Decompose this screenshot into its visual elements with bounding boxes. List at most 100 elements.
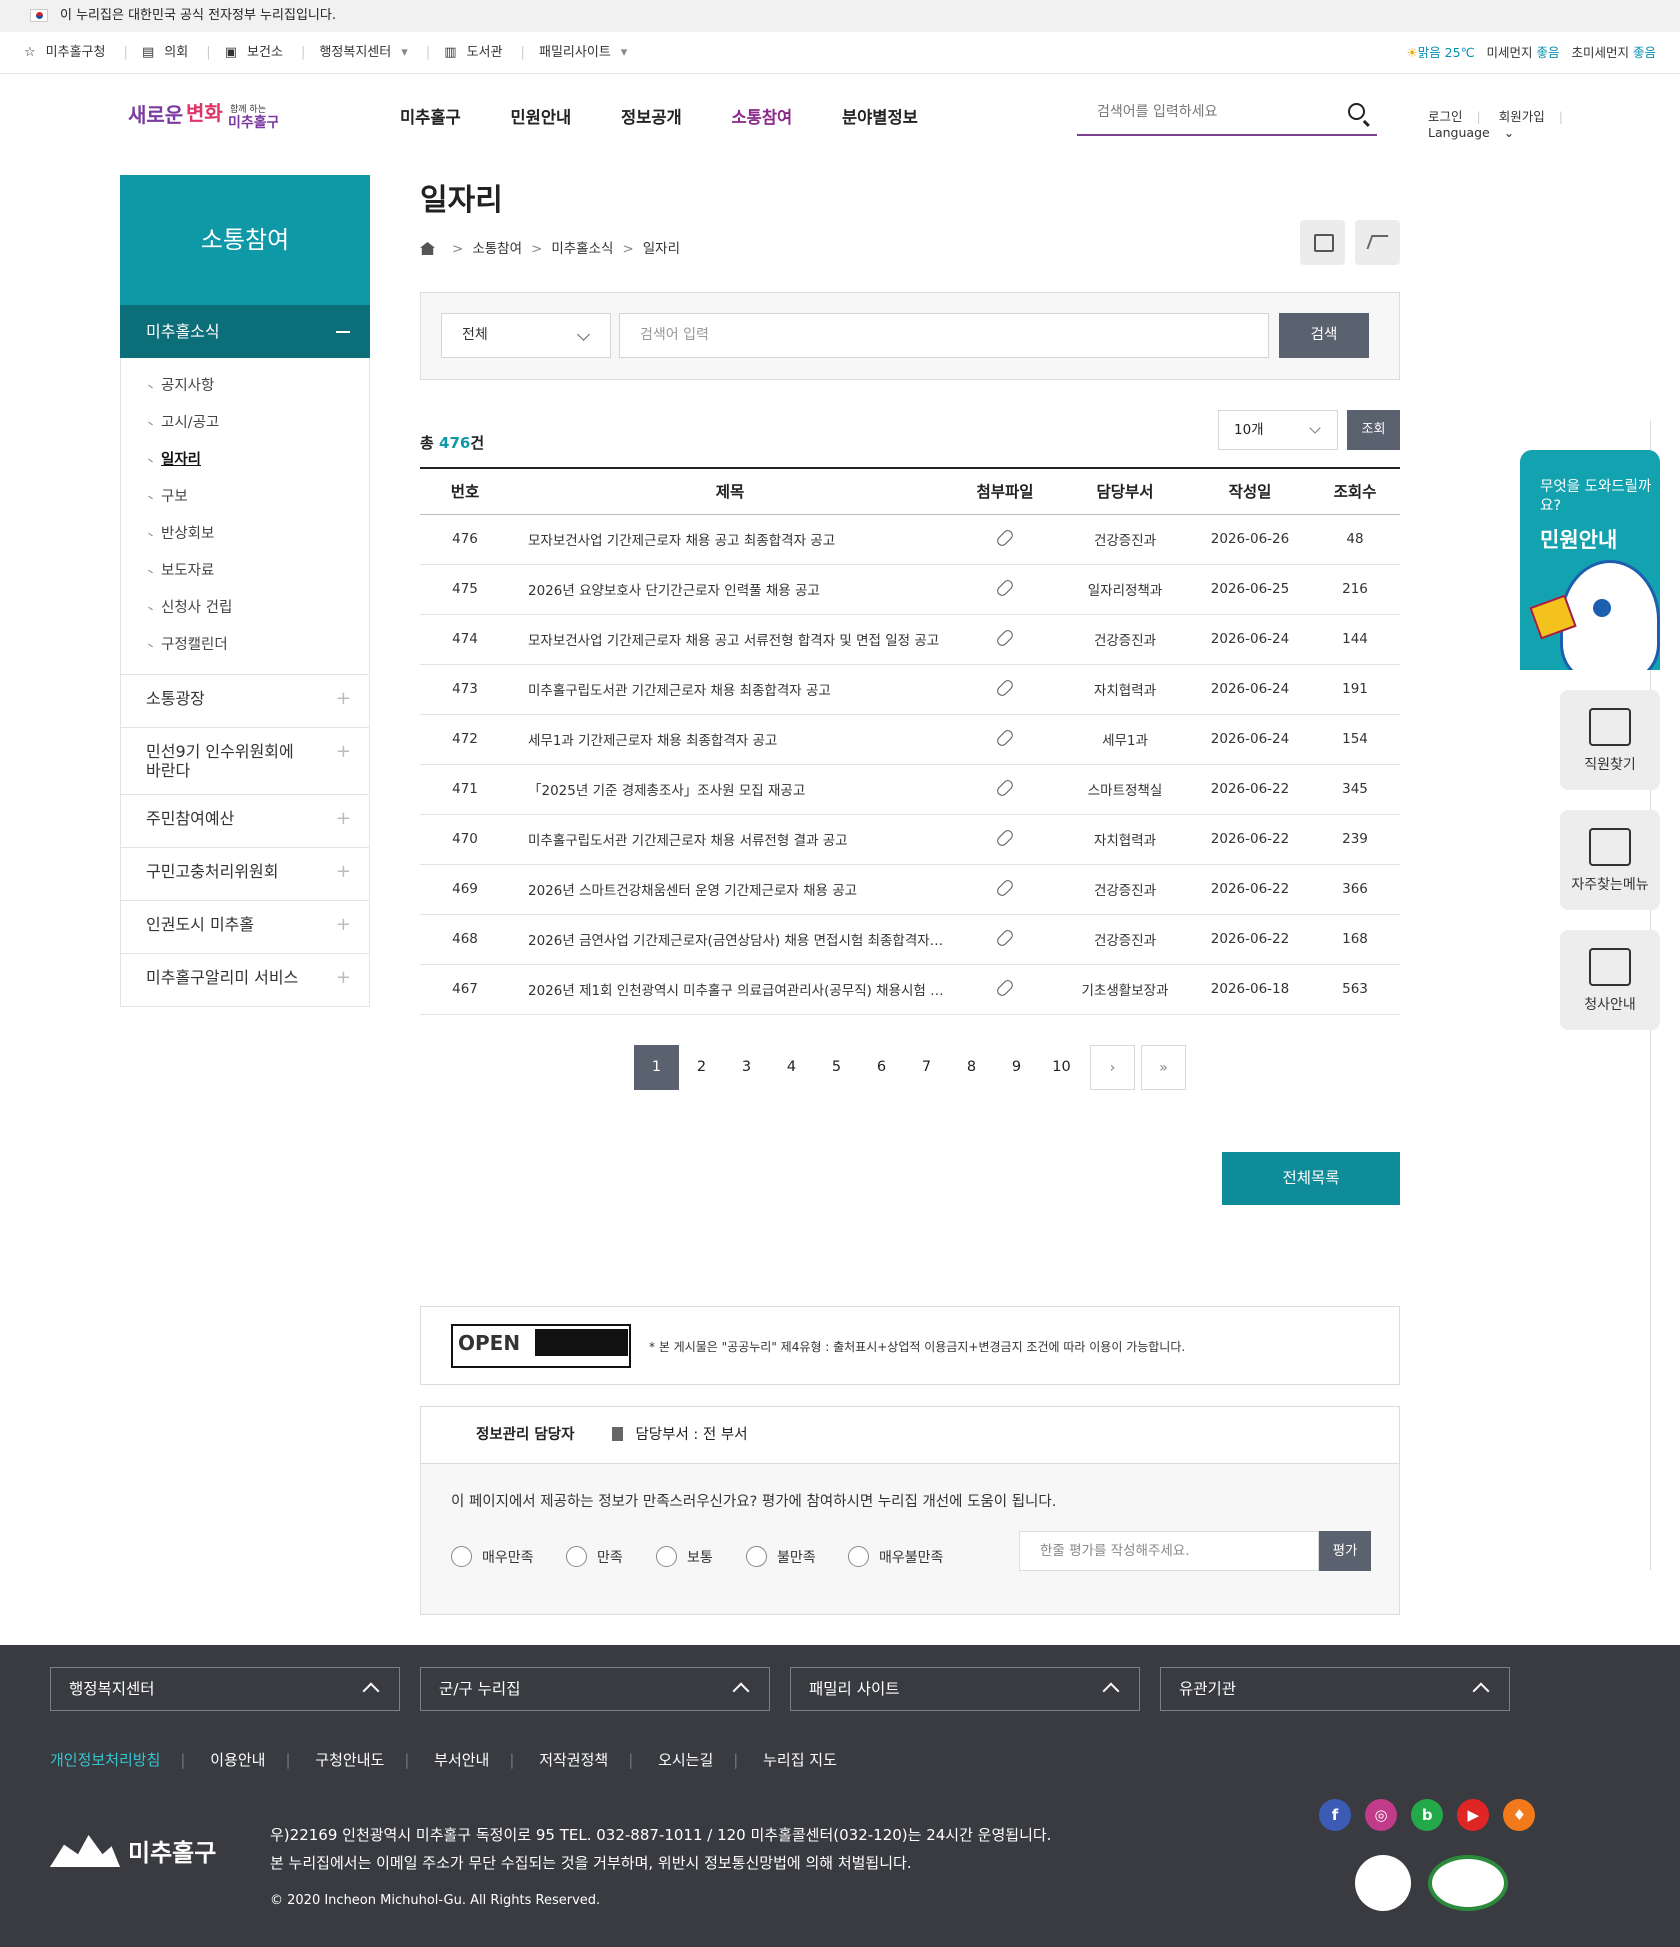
submenu-item[interactable]: 공지사항 xyxy=(121,368,369,405)
row-attach[interactable] xyxy=(950,764,1060,815)
row-title[interactable]: 2026년 제1회 인천광역시 미추홀구 의료급여관리사(공무직) 채용시험 … xyxy=(510,964,950,1015)
page-6[interactable]: 6 xyxy=(859,1045,904,1090)
page-7[interactable]: 7 xyxy=(904,1045,949,1090)
header-search-input[interactable]: 검색어를 입력하세요 xyxy=(1077,94,1377,136)
search-category-select[interactable]: 전체 xyxy=(441,313,611,358)
footer-select-center[interactable]: 행정복지센터 xyxy=(50,1667,400,1711)
toplink-4[interactable]: 도서관 xyxy=(467,45,503,60)
sidebar-item[interactable]: 미추홀구알리미 서비스 xyxy=(120,954,370,1007)
sidebar-item[interactable]: 인권도시 미추홀 xyxy=(120,901,370,954)
civil-guide-banner[interactable]: 무엇을 도와드릴까요? 민원안내 xyxy=(1520,450,1660,670)
footer-link[interactable]: 오시는길 xyxy=(658,1751,713,1769)
sidebar-item[interactable]: 구민고충처리위원회 xyxy=(120,848,370,901)
paperclip-icon[interactable] xyxy=(995,978,1015,998)
per-page-select[interactable]: 10개 xyxy=(1218,410,1338,450)
favorite-menu-button[interactable]: 자주찾는메뉴 xyxy=(1560,810,1660,910)
paperclip-icon[interactable] xyxy=(995,728,1015,748)
footer-select-family[interactable]: 패밀리 사이트 xyxy=(790,1667,1140,1711)
submenu-item[interactable]: 반상회보 xyxy=(121,516,369,553)
table-row[interactable]: 467 2026년 제1회 인천광역시 미추홀구 의료급여관리사(공무직) 채용시… xyxy=(420,964,1400,1015)
instagram-icon[interactable]: ◎ xyxy=(1365,1799,1398,1831)
table-row[interactable]: 471 「2025년 기준 경제총조사」조사원 모집 재공고 스마트정책실 2026-… xyxy=(420,764,1400,815)
row-title[interactable]: 2026년 스마트건강채움센터 운영 기간제근로자 채용 공고 xyxy=(510,864,950,915)
paperclip-icon[interactable] xyxy=(995,578,1015,598)
row-attach[interactable] xyxy=(950,964,1060,1015)
radio-neutral[interactable]: 보통 xyxy=(656,1546,713,1567)
submenu-item-active[interactable]: 일자리 xyxy=(121,442,369,479)
print-icon[interactable] xyxy=(1300,220,1345,265)
row-title[interactable]: 세무1과 기간제근로자 채용 최종합격자 공고 xyxy=(510,714,950,765)
radio-satisfied[interactable]: 만족 xyxy=(566,1546,623,1567)
table-row[interactable]: 473 미추홀구립도서관 기간제근로자 채용 최종합격자 공고 자치협력과 2026-… xyxy=(420,664,1400,715)
row-attach[interactable] xyxy=(950,864,1060,915)
page-2[interactable]: 2 xyxy=(679,1045,724,1090)
footer-link[interactable]: 이용안내 xyxy=(210,1751,265,1769)
share-icon[interactable] xyxy=(1355,220,1400,265)
search-icon[interactable] xyxy=(1348,103,1365,120)
home-icon[interactable] xyxy=(420,242,435,255)
page-10[interactable]: 10 xyxy=(1039,1045,1084,1090)
page-1[interactable]: 1 xyxy=(634,1044,679,1090)
sidebar-current[interactable]: 미추홀소식 xyxy=(120,305,370,358)
table-row[interactable]: 472 세무1과 기간제근로자 채용 최종합격자 공고 세무1과 2026-06-24… xyxy=(420,714,1400,765)
row-attach[interactable] xyxy=(950,564,1060,615)
row-attach[interactable] xyxy=(950,714,1060,765)
row-title[interactable]: 모자보건사업 기간제근로자 채용 공고 서류전형 합격자 및 면접 일정 공고 xyxy=(510,614,950,665)
language-select[interactable]: Language xyxy=(1428,125,1490,140)
page-3[interactable]: 3 xyxy=(724,1045,769,1090)
page-5[interactable]: 5 xyxy=(814,1045,859,1090)
paperclip-icon[interactable] xyxy=(995,828,1015,848)
view-button[interactable]: 조회 xyxy=(1347,410,1400,450)
row-title[interactable]: 「2025년 기준 경제총조사」조사원 모집 재공고 xyxy=(510,764,950,815)
radio-very-dissatisfied[interactable]: 매우불만족 xyxy=(848,1546,943,1567)
submenu-item[interactable]: 구보 xyxy=(121,479,369,516)
row-attach[interactable] xyxy=(950,614,1060,665)
kakao-story-icon[interactable]: ♦ xyxy=(1503,1799,1536,1831)
paperclip-icon[interactable] xyxy=(995,678,1015,698)
sidebar-item[interactable]: 주민참여예산 xyxy=(120,795,370,848)
table-row[interactable]: 475 2026년 요양보호사 단기간근로자 인력풀 채용 공고 일자리정책과 202… xyxy=(420,564,1400,615)
row-title[interactable]: 미추홀구립도서관 기간제근로자 채용 최종합격자 공고 xyxy=(510,664,950,715)
table-row[interactable]: 468 2026년 금연사업 기간제근로자(금연상담사) 채용 면접시험 최종합격… xyxy=(420,914,1400,965)
search-keyword-input[interactable]: 검색어 입력 xyxy=(619,313,1269,358)
nav-michuhol[interactable]: 미추홀구 xyxy=(400,108,461,127)
row-attach[interactable] xyxy=(950,664,1060,715)
facebook-icon[interactable]: f xyxy=(1319,1799,1351,1831)
toplink-5[interactable]: 패밀리사이트 xyxy=(539,45,611,60)
submenu-item[interactable]: 보도자료 xyxy=(121,553,369,590)
signup-link[interactable]: 회원가입 xyxy=(1499,109,1545,124)
table-row[interactable]: 470 미추홀구립도서관 기간제근로자 채용 서류전형 결과 공고 자치협력과 202… xyxy=(420,814,1400,865)
footer-link[interactable]: 저작권정책 xyxy=(539,1751,608,1769)
nav-participation[interactable]: 소통참여 xyxy=(731,108,792,127)
nav-civil[interactable]: 민원안내 xyxy=(510,108,571,127)
radio-dissatisfied[interactable]: 불만족 xyxy=(746,1546,816,1567)
search-button[interactable]: 검색 xyxy=(1279,313,1369,358)
row-attach[interactable] xyxy=(950,914,1060,965)
radio-very-satisfied[interactable]: 매우만족 xyxy=(451,1546,534,1567)
page-9[interactable]: 9 xyxy=(994,1045,1039,1090)
paperclip-icon[interactable] xyxy=(995,878,1015,898)
office-guide-button[interactable]: 청사안내 xyxy=(1560,930,1660,1030)
table-row[interactable]: 476 모자보건사업 기간제근로자 채용 공고 최종합격자 공고 건강증진과 2026… xyxy=(420,514,1400,565)
comment-input[interactable]: 한줄 평가를 작성해주세요. xyxy=(1019,1531,1319,1571)
submenu-item[interactable]: 신청사 건립 xyxy=(121,590,369,627)
rate-button[interactable]: 평가 xyxy=(1319,1531,1371,1571)
footer-link[interactable]: 부서안내 xyxy=(434,1751,489,1769)
toplink-3[interactable]: 행정복지센터 xyxy=(319,45,391,60)
row-title[interactable]: 미추홀구립도서관 기간제근로자 채용 서류전형 결과 공고 xyxy=(510,814,950,865)
row-title[interactable]: 2026년 금연사업 기간제근로자(금연상담사) 채용 면접시험 최종합격자… xyxy=(510,914,950,965)
submenu-item[interactable]: 구정캘린더 xyxy=(121,627,369,664)
full-list-button[interactable]: 전체목록 xyxy=(1222,1152,1400,1205)
toplink-2[interactable]: 보건소 xyxy=(247,45,283,60)
sidebar-item[interactable]: 민선9기 인수위원회에 바란다 xyxy=(120,728,370,795)
row-attach[interactable] xyxy=(950,814,1060,865)
footer-link[interactable]: 구청안내도 xyxy=(315,1751,384,1769)
blog-icon[interactable]: b xyxy=(1411,1799,1444,1831)
paperclip-icon[interactable] xyxy=(995,528,1015,548)
paperclip-icon[interactable] xyxy=(995,778,1015,798)
login-link[interactable]: 로그인 xyxy=(1428,109,1463,124)
submenu-item[interactable]: 고시/공고 xyxy=(121,405,369,442)
page-8[interactable]: 8 xyxy=(949,1045,994,1090)
page-4[interactable]: 4 xyxy=(769,1045,814,1090)
nav-info[interactable]: 정보공개 xyxy=(621,108,682,127)
